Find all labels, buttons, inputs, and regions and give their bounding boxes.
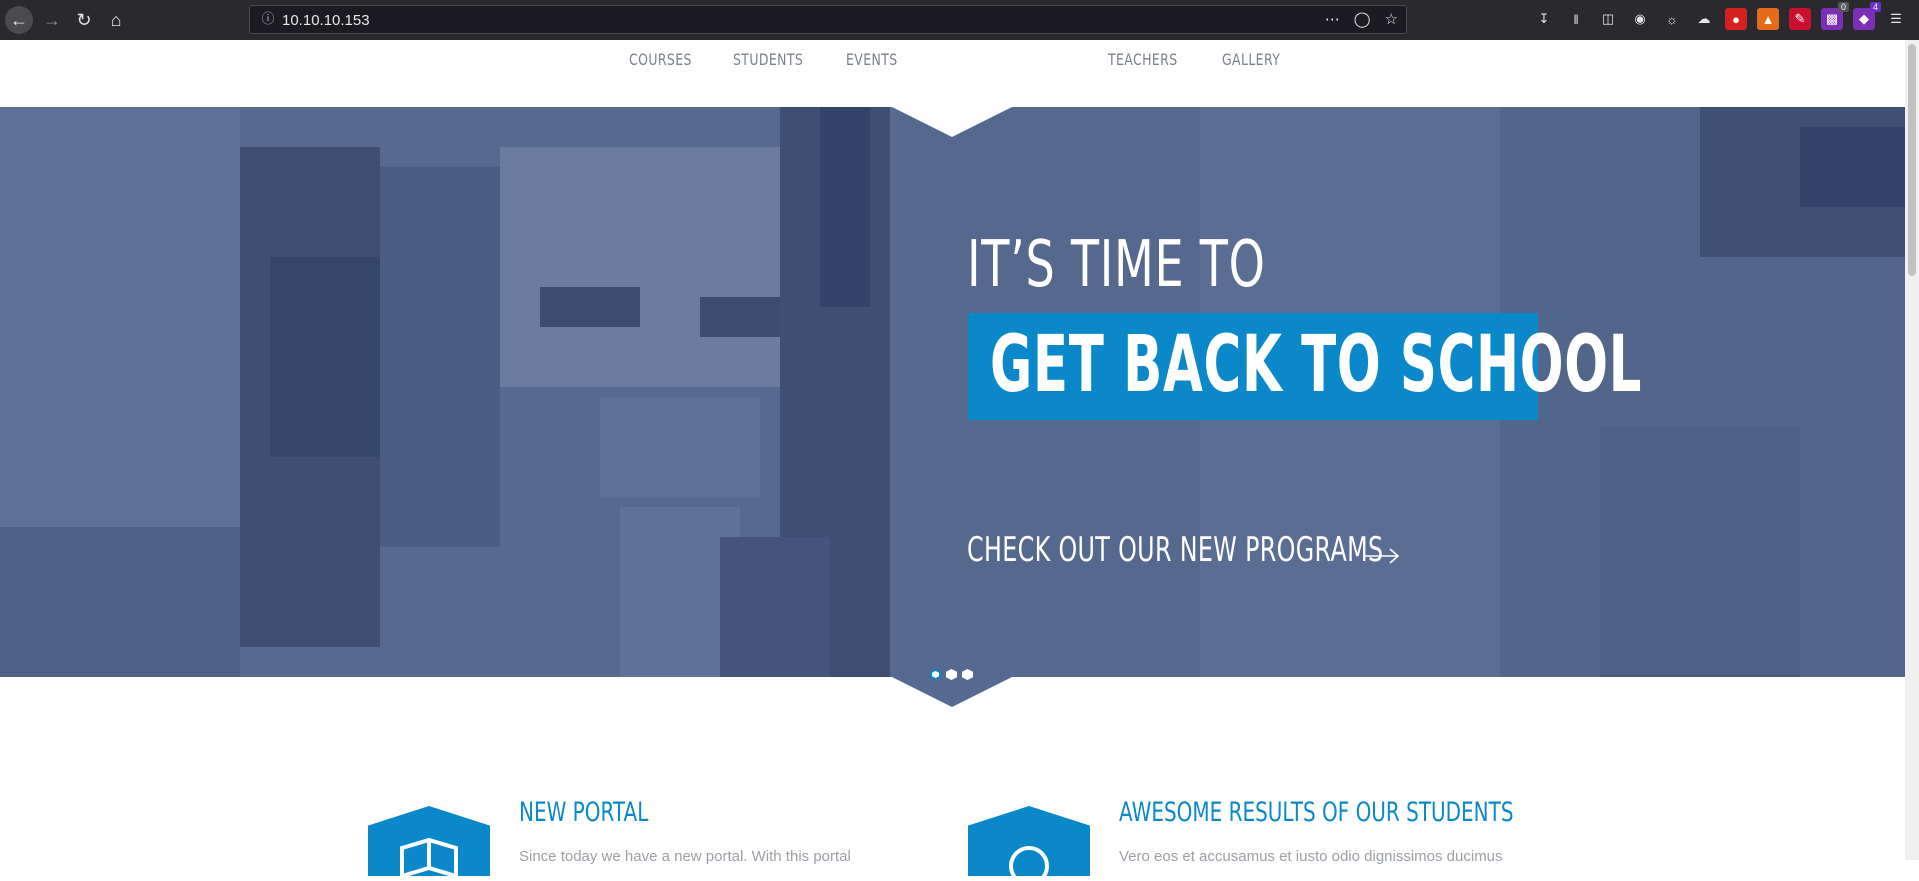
feature-title: NEW PORTAL xyxy=(519,797,649,828)
slider-notch xyxy=(892,677,1012,707)
downloads-icon[interactable]: ↧ xyxy=(1533,8,1555,30)
book-icon xyxy=(400,837,458,876)
reload-icon[interactable]: ↻ xyxy=(70,6,98,34)
book-icon xyxy=(368,806,490,876)
info-icon[interactable]: ⓘ xyxy=(260,11,276,27)
page-scrollbar[interactable] xyxy=(1905,40,1919,860)
scrollbar-thumb[interactable] xyxy=(1908,44,1916,276)
slider-dot[interactable] xyxy=(946,669,957,680)
home-icon[interactable]: ⌂ xyxy=(102,6,130,34)
nav-students[interactable]: STUDENTS xyxy=(733,50,803,69)
extension-fox-icon[interactable]: ▲ xyxy=(1757,8,1779,30)
hamburger-menu-icon[interactable]: ☰ xyxy=(1885,8,1907,30)
forward-arrow-icon[interactable]: → xyxy=(38,6,66,34)
extension-cloud-icon[interactable]: ☁ xyxy=(1693,8,1715,30)
feature-text: Since today we have a new portal. With t… xyxy=(519,848,851,865)
bookmark-star-icon[interactable]: ☆ xyxy=(1385,10,1398,28)
library-icon[interactable]: ‖ xyxy=(1565,8,1587,30)
feature-text: Vero eos et accusamus et iusto odio dign… xyxy=(1119,848,1503,865)
address-bar[interactable]: ⓘ 10.10.10.153 ⋯ ◯ ☆ xyxy=(249,5,1407,34)
extension-pen-icon[interactable]: ✎ xyxy=(1789,8,1811,30)
hero-highlight-text: GET BACK TO SCHOOL xyxy=(990,320,1643,410)
search-icon xyxy=(968,806,1090,876)
extension-wyvern-icon[interactable]: ◆ 4 xyxy=(1853,2,1881,30)
slider-pagination xyxy=(930,669,973,680)
nav-events[interactable]: EVENTS xyxy=(846,50,898,69)
back-arrow-icon[interactable]: ← xyxy=(5,6,33,34)
search-icon xyxy=(1009,846,1049,876)
slider-dot[interactable] xyxy=(930,669,941,680)
page-actions-icon[interactable]: ⋯ xyxy=(1325,10,1340,28)
nav-gallery[interactable]: GALLERY xyxy=(1222,50,1280,69)
extension-badge: 4 xyxy=(1869,2,1881,12)
extension-badge: 0 xyxy=(1837,2,1849,12)
site-navigation: COURSES STUDENTS EVENTS TEACHERS GALLERY xyxy=(0,40,1905,107)
hero-headline: IT’S TIME TO xyxy=(967,228,1266,302)
programs-link[interactable]: CHECK OUT OUR NEW PROGRAMS xyxy=(967,530,1383,570)
url-text[interactable]: 10.10.10.153 xyxy=(282,12,370,29)
browser-toolbar: ← → ↻ ⌂ ⓘ 10.10.10.153 ⋯ ◯ ☆ ↧ ‖ ◫ ◉ ☼ ☁… xyxy=(0,0,1919,40)
extension-mask-icon[interactable]: ☼ xyxy=(1661,8,1683,30)
extension-puzzle-icon[interactable]: ▩ 0 xyxy=(1821,2,1849,30)
nav-teachers[interactable]: TEACHERS xyxy=(1108,50,1178,69)
nav-courses[interactable]: COURSES xyxy=(629,50,692,69)
slider-dot[interactable] xyxy=(962,669,973,680)
extension-ublock-icon[interactable]: ● xyxy=(1725,8,1747,30)
pocket-icon[interactable]: ◯ xyxy=(1354,10,1371,28)
nav-notch xyxy=(892,107,1012,137)
account-icon[interactable]: ◉ xyxy=(1629,8,1651,30)
feature-title: AWESOME RESULTS OF OUR STUDENTS xyxy=(1119,797,1514,828)
sidebar-icon[interactable]: ◫ xyxy=(1597,8,1619,30)
arrow-right-icon[interactable] xyxy=(1362,541,1402,571)
